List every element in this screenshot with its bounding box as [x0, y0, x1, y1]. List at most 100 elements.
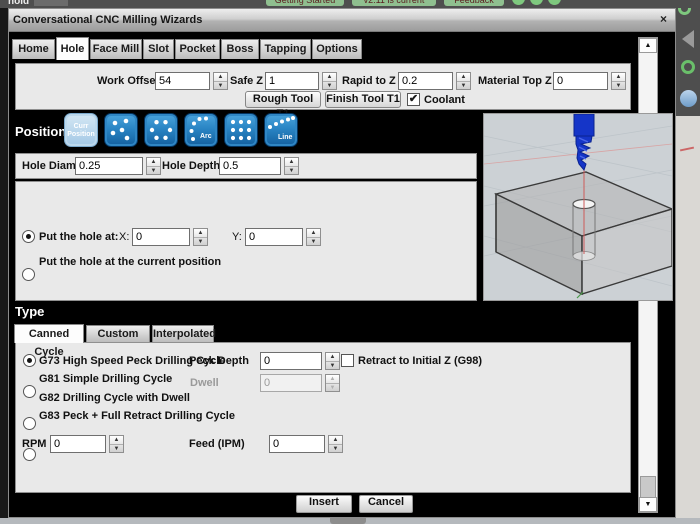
coolant-checkbox[interactable]: ✔ [407, 93, 420, 106]
peck-depth-stepper[interactable]: ▲ ▼ [325, 352, 340, 370]
feed-input[interactable] [269, 435, 325, 453]
cycle-g83-label: G83 Peck + Full Retract Drilling Cycle [39, 410, 235, 422]
background-badge[interactable]: Feedback [444, 0, 504, 6]
hole-diameter-stepper[interactable]: ▲ ▼ [146, 157, 161, 175]
background-circle-icon[interactable] [512, 0, 525, 5]
dwell-input [260, 374, 322, 392]
background-badge[interactable]: v2.11 is current [352, 0, 436, 6]
cycle-g81-radio[interactable] [23, 385, 36, 398]
rapid-to-z-spinner: ▲▼ [398, 72, 471, 90]
dialog-titlebar[interactable]: Conversational CNC Milling Wizards × [9, 9, 675, 32]
close-icon[interactable]: × [660, 12, 667, 26]
finish-tool-button[interactable]: Finish Tool T1 [325, 91, 401, 108]
rapid-to-z-input[interactable] [398, 72, 453, 90]
rapid-to-z-stepper[interactable]: ▲ ▼ [456, 72, 471, 90]
background-circle-icon[interactable] [548, 0, 561, 5]
scrollbar-down-icon[interactable]: ▼ [639, 497, 657, 512]
background-arrow-icon[interactable] [682, 30, 694, 48]
y-stepper[interactable]: ▲ ▼ [306, 228, 321, 246]
tab-custom-cycle[interactable]: Custom Cycle [86, 325, 150, 356]
work-offset-label: Work Offset [97, 75, 160, 87]
spin-up-icon: ▲ [150, 159, 157, 165]
y-input[interactable] [245, 228, 303, 246]
spin-up-icon: ▲ [460, 74, 467, 80]
material-top-z-label: Material Top Z [478, 75, 552, 87]
background-top-strip: hold Login Getting Started v2.11 is curr… [0, 0, 700, 8]
position-label: Position [15, 124, 67, 139]
cycle-g81-label: G81 Simple Drilling Cycle [39, 373, 173, 385]
tab-slot[interactable]: Slot [143, 39, 174, 59]
cancel-button[interactable]: Cancel [359, 495, 413, 513]
tab-canned-cycle[interactable]: Canned Cycle [14, 324, 84, 358]
rpm-input[interactable] [50, 435, 106, 453]
background-circle-icon[interactable] [530, 0, 543, 5]
x-input[interactable] [132, 228, 190, 246]
put-hole-current-radio[interactable] [22, 268, 35, 281]
dwell-label: Dwell [190, 377, 219, 389]
background-sphere-icon[interactable] [680, 90, 697, 107]
spin-down-icon: ▼ [323, 81, 336, 90]
tab-pocket[interactable]: Pocket [175, 39, 220, 59]
spin-down-icon: ▼ [214, 81, 227, 90]
grid-points-icon [230, 119, 252, 141]
line-points-button[interactable]: Line [264, 113, 298, 147]
rapid-to-z-label: Rapid to Z [342, 75, 396, 87]
tab-interpolated[interactable]: Interpolated [152, 325, 216, 342]
spin-down-icon: ▼ [329, 444, 342, 453]
cnc-wizard-dialog: Conversational CNC Milling Wizards × Hom… [8, 8, 676, 518]
work-offset-stepper[interactable]: ▲ ▼ [213, 72, 228, 90]
rpm-stepper[interactable]: ▲ ▼ [109, 435, 124, 453]
tab-home[interactable]: Home [12, 39, 55, 59]
preview-3d-viewport[interactable] [483, 113, 675, 301]
rpm-label: RPM [22, 438, 47, 450]
dialog-title: Conversational CNC Milling Wizards [13, 14, 203, 26]
spin-up-icon: ▲ [113, 437, 120, 443]
put-hole-at-radio[interactable] [22, 230, 35, 243]
material-top-z-stepper[interactable]: ▲ ▼ [611, 72, 626, 90]
safe-z-stepper[interactable]: ▲ ▼ [322, 72, 337, 90]
hole-diameter-input[interactable] [75, 157, 143, 175]
background-ring-icon[interactable] [681, 60, 695, 74]
grid-points-button[interactable] [224, 113, 258, 147]
spin-down-icon: ▼ [326, 383, 339, 392]
current-position-button[interactable]: Curr Position [64, 113, 98, 147]
feed-spinner: ▲▼ [269, 435, 343, 453]
spin-down-icon: ▼ [326, 361, 339, 370]
insert-button[interactable]: Insert [296, 495, 352, 513]
hole-depth-stepper[interactable]: ▲ ▼ [284, 157, 299, 175]
arc-button[interactable]: Arc [184, 113, 218, 147]
put-hole-current-label: Put the hole at the current position [39, 256, 222, 268]
spin-up-icon: ▲ [197, 230, 204, 236]
tab-hole[interactable]: Hole [56, 37, 89, 60]
background-login-tab[interactable]: Login [34, 0, 68, 6]
screen: hold Login Getting Started v2.11 is curr… [0, 0, 700, 524]
spin-down-icon: ▼ [457, 81, 470, 90]
feed-label: Feed (IPM) [189, 438, 245, 450]
hole-depth-input[interactable] [219, 157, 281, 175]
bolt-circle-icon [149, 120, 173, 140]
spin-up-icon: ▲ [326, 74, 333, 80]
tab-tapping[interactable]: Tapping [260, 39, 311, 59]
spin-down-icon: ▼ [285, 166, 298, 175]
spin-down-icon: ▼ [110, 444, 123, 453]
spin-up-icon: ▲ [310, 230, 317, 236]
arc-icon: Arc [189, 116, 212, 141]
retract-checkbox[interactable] [341, 354, 354, 367]
rough-tool-button[interactable]: Rough Tool T1 [245, 91, 321, 120]
hole-depth-label: Hole Depth [162, 160, 221, 172]
peck-depth-input[interactable] [260, 352, 322, 370]
feed-stepper[interactable]: ▲ ▼ [328, 435, 343, 453]
scrollbar-up-icon[interactable]: ▲ [639, 38, 657, 53]
y-spinner: ▲▼ [245, 228, 321, 246]
cycle-g82-radio[interactable] [23, 417, 36, 430]
bolt-circle-button[interactable] [144, 113, 178, 147]
background-badge[interactable]: Getting Started [266, 0, 344, 6]
scatter-points-button[interactable] [104, 113, 138, 147]
x-stepper[interactable]: ▲ ▼ [193, 228, 208, 246]
safe-z-input[interactable] [265, 72, 319, 90]
tab-face-mill[interactable]: Face Mill [90, 39, 142, 59]
tab-options[interactable]: Options [312, 39, 362, 59]
material-top-z-input[interactable] [553, 72, 608, 90]
work-offset-input[interactable] [155, 72, 210, 90]
tab-boss[interactable]: Boss [221, 39, 259, 59]
